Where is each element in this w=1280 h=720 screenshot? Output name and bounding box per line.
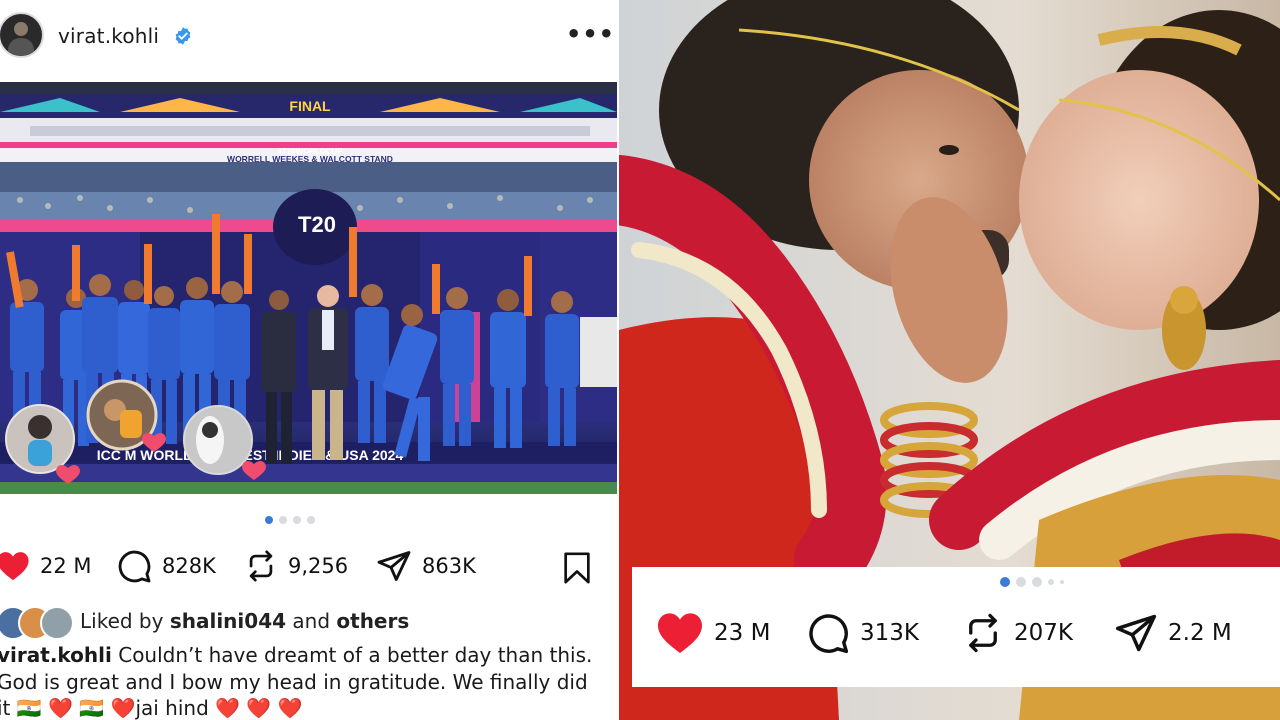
like-button[interactable]: 22 M — [0, 544, 92, 588]
verified-badge-icon — [175, 27, 191, 45]
t20-logo-text: T20 — [298, 212, 336, 237]
post-photo-team-celebration[interactable]: FINAL #T20WORLDCUP WORRELL WEEKES & WALC… — [0, 82, 617, 494]
repost-button[interactable]: 207K — [962, 611, 1073, 655]
caption-username[interactable]: virat.kohli — [0, 643, 112, 667]
carousel-dot — [1016, 577, 1026, 587]
carousel-dot — [1048, 579, 1054, 585]
comments-count: 828K — [162, 554, 216, 578]
repost-icon — [969, 613, 997, 653]
carousel-dot — [1000, 577, 1010, 587]
post-caption: virat.kohli Couldn’t have dreamt of a be… — [0, 642, 597, 720]
shares-count: 2.2 M — [1168, 620, 1232, 646]
heart-icon — [658, 613, 702, 653]
repost-button[interactable]: 9,256 — [244, 544, 348, 588]
liked-by-text: Liked by shalini044 and others — [80, 609, 410, 633]
carousel-indicator — [1000, 577, 1064, 587]
comment-icon — [809, 614, 849, 654]
carousel-dot — [293, 516, 301, 524]
shares-count: 863K — [422, 554, 476, 578]
share-button[interactable]: 863K — [376, 544, 476, 588]
share-button[interactable]: 2.2 M — [1114, 611, 1232, 655]
post-actions: 22 M 828K 9,256 863K — [0, 544, 617, 588]
more-options-icon[interactable]: ••• — [566, 22, 615, 46]
comment-button[interactable]: 313K — [806, 611, 919, 655]
carousel-dot — [1060, 580, 1064, 584]
post-username[interactable]: virat.kohli — [58, 24, 159, 48]
post-left: virat.kohli ••• FINAL #T20WORLDCUP WORRE… — [0, 0, 617, 720]
repost-icon — [249, 550, 273, 582]
heart-icon — [0, 552, 29, 581]
comments-count: 313K — [860, 620, 919, 646]
carousel-dot — [1032, 577, 1042, 587]
avatar[interactable] — [0, 12, 44, 58]
likes-count: 23 M — [714, 620, 771, 646]
reposts-count: 207K — [1014, 620, 1073, 646]
carousel-dot — [265, 516, 273, 524]
share-icon — [377, 551, 411, 581]
post-actions: 23 M 313K 207K 2.2 M — [632, 611, 1280, 661]
post-header: virat.kohli ••• — [0, 0, 617, 80]
carousel-dot — [307, 516, 315, 524]
comment-icon — [118, 550, 151, 583]
like-button[interactable]: 23 M — [656, 611, 770, 655]
banner-final-text: FINAL — [289, 98, 331, 114]
liked-by-avatars — [0, 606, 76, 640]
post-right-actions-card: 23 M 313K 207K 2.2 M — [632, 567, 1280, 687]
likes-count: 22 M — [40, 554, 92, 578]
bookmark-icon[interactable] — [560, 550, 594, 586]
reposts-count: 9,256 — [288, 554, 349, 578]
carousel-indicator — [265, 516, 315, 524]
liked-by-others-link[interactable]: others — [336, 609, 409, 633]
share-icon — [1115, 614, 1157, 652]
liked-by-user-link[interactable]: shalini044 — [170, 609, 286, 633]
liked-by-row[interactable]: Liked by shalini044 and others — [0, 604, 617, 640]
carousel-dot — [279, 516, 287, 524]
avatar — [40, 606, 74, 640]
comment-button[interactable]: 828K — [116, 544, 216, 588]
